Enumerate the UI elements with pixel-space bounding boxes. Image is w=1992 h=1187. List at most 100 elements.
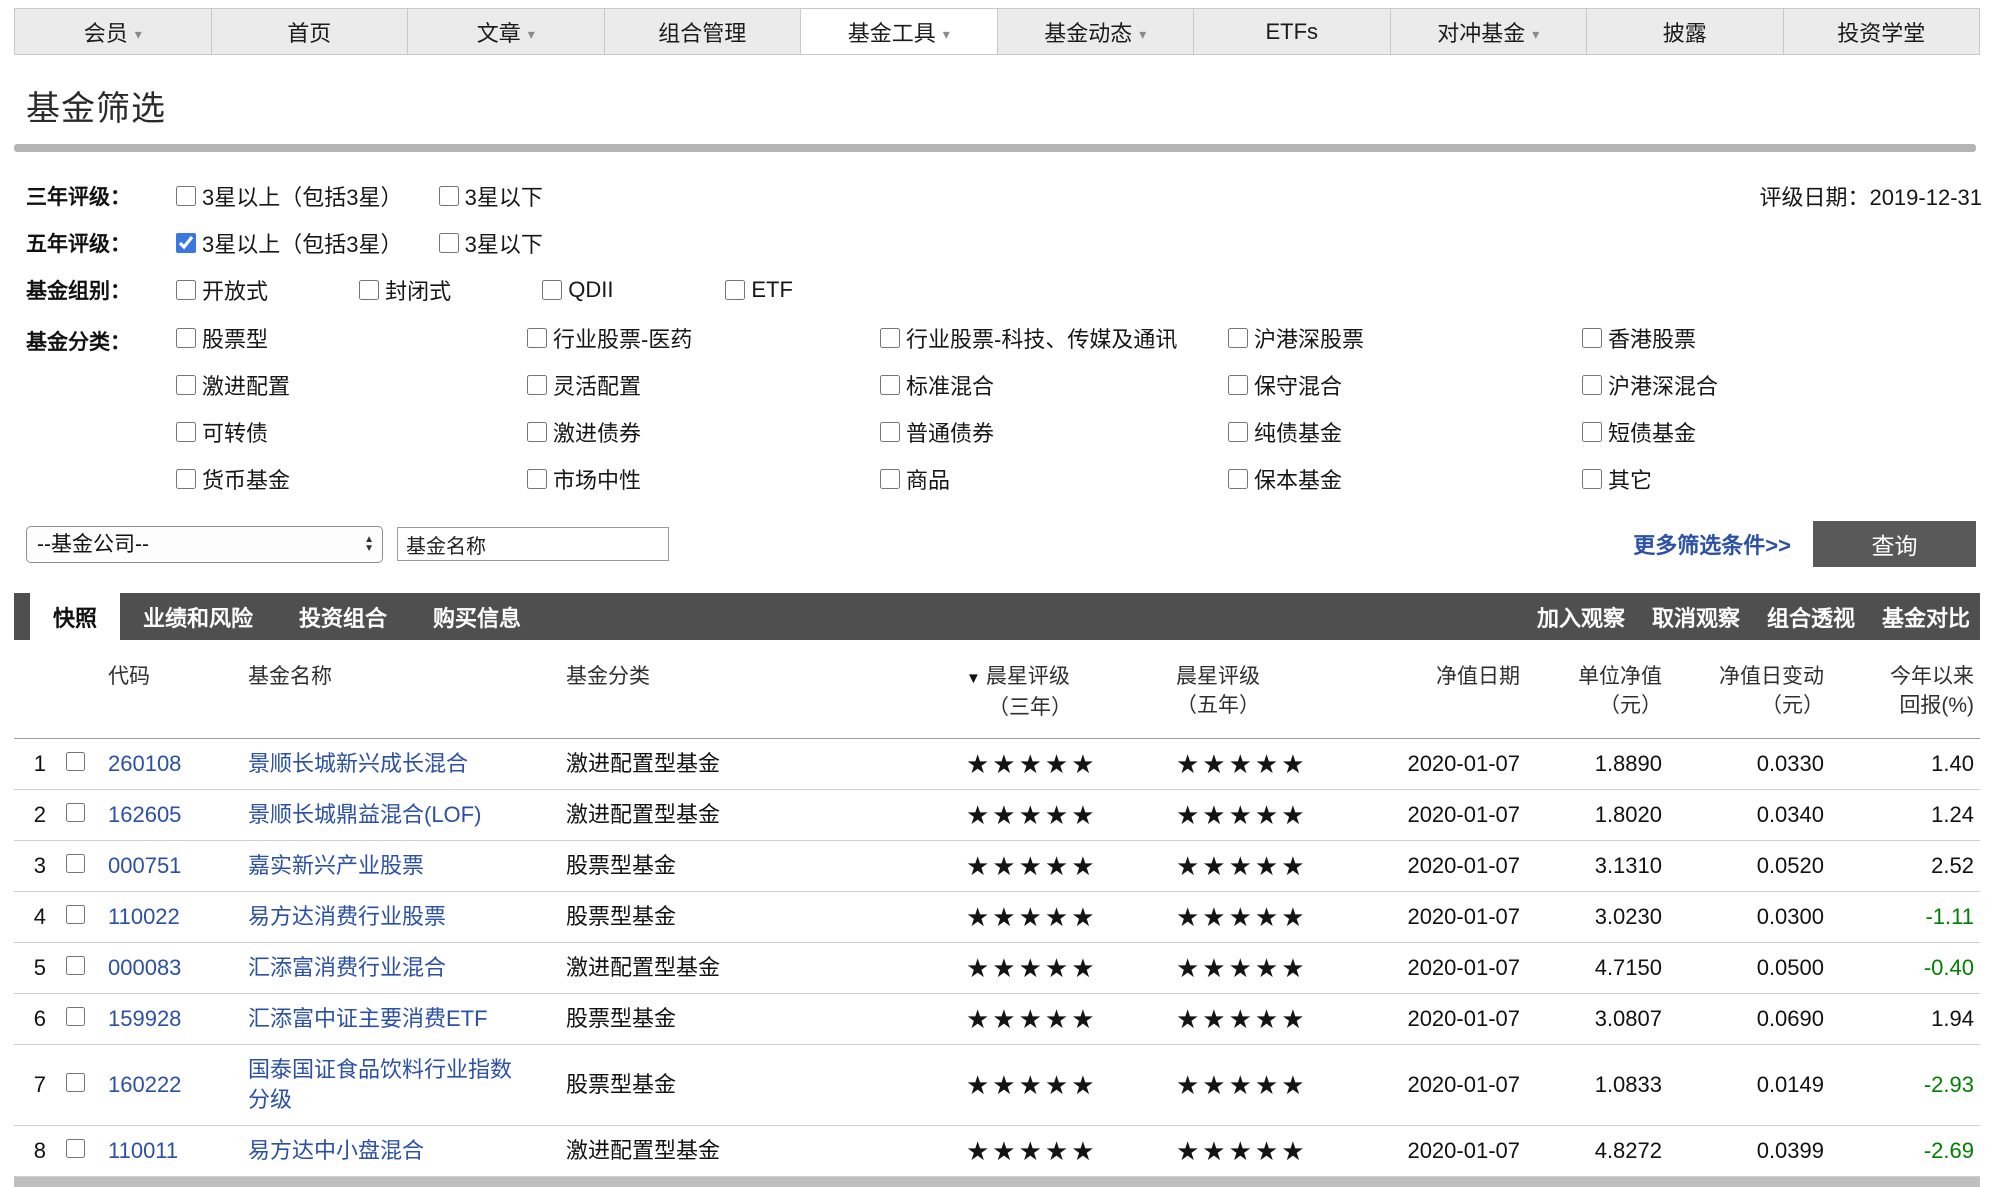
checkbox-激进配置[interactable]: 激进配置	[176, 368, 527, 401]
table-tab-快照[interactable]: 快照	[30, 593, 120, 640]
checkbox-input[interactable]	[1582, 422, 1602, 442]
col-header-return[interactable]: 今年以来 回报(%)	[1830, 640, 1980, 739]
checkbox-input[interactable]	[527, 469, 547, 489]
checkbox-input[interactable]	[880, 422, 900, 442]
checkbox-封闭式[interactable]: 封闭式	[359, 274, 536, 306]
fund-company-select[interactable]: --基金公司--	[26, 526, 383, 563]
table-tab-购买信息[interactable]: 购买信息	[410, 593, 544, 640]
fund-name-link[interactable]: 嘉实新兴产业股票	[248, 853, 424, 878]
checkbox-3星以上（包括3星）[interactable]: 3星以上（包括3星）	[176, 227, 402, 259]
sort-desc-icon[interactable]: ▼	[966, 670, 981, 687]
col-header-change[interactable]: 净值日变动 （元）	[1668, 640, 1830, 739]
nav-tab-会员[interactable]: 会员 ▾	[15, 9, 211, 54]
fund-code-link[interactable]: 000751	[108, 853, 181, 878]
checkbox-input[interactable]	[1228, 328, 1248, 348]
nav-tab-基金工具[interactable]: 基金工具 ▾	[800, 9, 997, 54]
nav-tab-基金动态[interactable]: 基金动态 ▾	[997, 9, 1194, 54]
fund-name-link[interactable]: 景顺长城新兴成长混合	[248, 751, 468, 776]
checkbox-input[interactable]	[1228, 469, 1248, 489]
nav-tab-首页[interactable]: 首页	[211, 9, 408, 54]
checkbox-input[interactable]	[880, 469, 900, 489]
checkbox-QDII[interactable]: QDII	[542, 277, 719, 303]
fund-code-link[interactable]: 110022	[108, 904, 180, 929]
checkbox-input[interactable]	[1228, 375, 1248, 395]
fund-name-link[interactable]: 汇添富消费行业混合	[248, 955, 446, 980]
checkbox-商品[interactable]: 商品	[880, 462, 1228, 495]
row-checkbox[interactable]	[66, 1073, 85, 1092]
checkbox-保本基金[interactable]: 保本基金	[1228, 462, 1582, 495]
table-tab-业绩和风险[interactable]: 业绩和风险	[120, 593, 276, 640]
checkbox-input[interactable]	[1582, 328, 1602, 348]
fund-code-link[interactable]: 160222	[108, 1072, 181, 1097]
fund-code-link[interactable]: 162605	[108, 802, 181, 827]
checkbox-input[interactable]	[359, 280, 379, 300]
row-checkbox[interactable]	[66, 803, 85, 822]
checkbox-货币基金[interactable]: 货币基金	[176, 462, 527, 495]
nav-tab-披露[interactable]: 披露	[1586, 9, 1783, 54]
checkbox-input[interactable]	[439, 233, 459, 253]
checkbox-input[interactable]	[176, 186, 196, 206]
checkbox-input[interactable]	[880, 328, 900, 348]
row-checkbox[interactable]	[66, 1007, 85, 1026]
row-checkbox[interactable]	[66, 956, 85, 975]
checkbox-普通债券[interactable]: 普通债券	[880, 415, 1228, 448]
action-组合透视[interactable]: 组合透视	[1767, 601, 1855, 633]
checkbox-input[interactable]	[527, 328, 547, 348]
checkbox-开放式[interactable]: 开放式	[176, 274, 353, 306]
checkbox-香港股票[interactable]: 香港股票	[1582, 321, 1992, 354]
fund-code-link[interactable]: 000083	[108, 955, 181, 980]
checkbox-3星以下[interactable]: 3星以下	[439, 227, 543, 259]
fund-name-link[interactable]: 国泰国证食品饮料行业指数分级	[248, 1057, 512, 1112]
nav-tab-文章[interactable]: 文章 ▾	[407, 9, 604, 54]
checkbox-ETF[interactable]: ETF	[725, 277, 902, 303]
checkbox-沪港深混合[interactable]: 沪港深混合	[1582, 368, 1992, 401]
checkbox-input[interactable]	[527, 422, 547, 442]
checkbox-input[interactable]	[1582, 469, 1602, 489]
checkbox-input[interactable]	[725, 280, 745, 300]
checkbox-标准混合[interactable]: 标准混合	[880, 368, 1228, 401]
more-filters-link[interactable]: 更多筛选条件>>	[1633, 528, 1791, 560]
fund-name-input[interactable]	[397, 527, 669, 561]
checkbox-3星以上（包括3星）[interactable]: 3星以上（包括3星）	[176, 180, 402, 212]
action-取消观察[interactable]: 取消观察	[1652, 601, 1740, 633]
nav-tab-对冲基金[interactable]: 对冲基金 ▾	[1390, 9, 1587, 54]
search-button[interactable]: 查询	[1813, 521, 1976, 567]
checkbox-行业股票-科技、传媒及通讯[interactable]: 行业股票-科技、传媒及通讯	[880, 321, 1228, 354]
row-checkbox[interactable]	[66, 752, 85, 771]
fund-name-link[interactable]: 景顺长城鼎益混合(LOF)	[248, 802, 481, 827]
checkbox-纯债基金[interactable]: 纯债基金	[1228, 415, 1582, 448]
fund-code-link[interactable]: 110011	[108, 1138, 178, 1163]
nav-tab-组合管理[interactable]: 组合管理	[604, 9, 801, 54]
checkbox-行业股票-医药[interactable]: 行业股票-医药	[527, 321, 880, 354]
fund-name-link[interactable]: 易方达消费行业股票	[248, 904, 446, 929]
action-加入观察[interactable]: 加入观察	[1537, 601, 1625, 633]
row-checkbox[interactable]	[66, 854, 85, 873]
checkbox-input[interactable]	[1582, 375, 1602, 395]
row-checkbox[interactable]	[66, 1139, 85, 1158]
fund-code-link[interactable]: 159928	[108, 1006, 181, 1031]
checkbox-股票型[interactable]: 股票型	[176, 321, 527, 354]
nav-tab-投资学堂[interactable]: 投资学堂	[1783, 9, 1980, 54]
checkbox-input[interactable]	[527, 375, 547, 395]
col-header-date[interactable]: 净值日期	[1378, 640, 1526, 739]
checkbox-其它[interactable]: 其它	[1582, 462, 1992, 495]
checkbox-input[interactable]	[439, 186, 459, 206]
checkbox-input[interactable]	[880, 375, 900, 395]
checkbox-短债基金[interactable]: 短债基金	[1582, 415, 1992, 448]
col-header-rating5[interactable]: 晨星评级 （五年）	[1168, 640, 1378, 739]
checkbox-input[interactable]	[176, 280, 196, 300]
checkbox-灵活配置[interactable]: 灵活配置	[527, 368, 880, 401]
checkbox-市场中性[interactable]: 市场中性	[527, 462, 880, 495]
checkbox-input[interactable]	[176, 233, 196, 253]
checkbox-3星以下[interactable]: 3星以下	[439, 180, 543, 212]
fund-name-link[interactable]: 汇添富中证主要消费ETF	[248, 1006, 488, 1031]
checkbox-沪港深股票[interactable]: 沪港深股票	[1228, 321, 1582, 354]
action-基金对比[interactable]: 基金对比	[1882, 601, 1970, 633]
checkbox-input[interactable]	[1228, 422, 1248, 442]
col-header-nav[interactable]: 单位净值 （元）	[1526, 640, 1668, 739]
col-header-rating3[interactable]: ▼晨星评级 （三年）	[958, 640, 1168, 739]
fund-name-link[interactable]: 易方达中小盘混合	[248, 1138, 424, 1163]
row-checkbox[interactable]	[66, 905, 85, 924]
checkbox-input[interactable]	[176, 375, 196, 395]
table-tab-投资组合[interactable]: 投资组合	[276, 593, 410, 640]
